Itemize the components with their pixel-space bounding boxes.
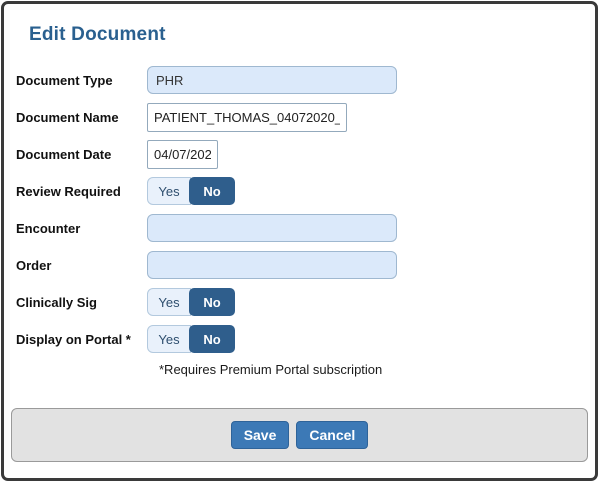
form-row-display-on-portal: Display on Portal * Yes No [16,325,595,353]
document-type-label: Document Type [16,72,113,88]
encounter-input[interactable] [147,214,397,242]
clinically-sig-toggle: Yes No [147,288,235,316]
clinically-sig-yes-option[interactable]: Yes [147,288,191,316]
document-date-label: Document Date [16,146,112,162]
form-row-encounter: Encounter [16,214,595,242]
edit-document-form: Document Type Document Name Document Dat… [16,66,595,377]
review-required-toggle: Yes No [147,177,235,205]
edit-document-dialog: Edit Document Document Type Document Nam… [1,1,598,481]
document-name-input[interactable] [147,102,347,132]
display-on-portal-toggle: Yes No [147,325,235,353]
encounter-label: Encounter [16,220,81,236]
review-required-no-option[interactable]: No [189,177,235,205]
dialog-title: Edit Document [29,24,166,45]
display-on-portal-yes-option[interactable]: Yes [147,325,191,353]
form-row-review-required: Review Required Yes No [16,177,595,205]
review-required-label: Review Required [16,183,121,199]
display-on-portal-no-option[interactable]: No [189,325,235,353]
display-on-portal-label: Display on Portal * [16,331,131,347]
form-row-order: Order [16,251,595,279]
form-row-document-name: Document Name [16,102,595,132]
portal-subscription-note: *Requires Premium Portal subscription [159,362,383,377]
save-button[interactable]: Save [230,421,290,449]
form-row-document-date: Document Date [16,139,595,169]
cancel-button[interactable]: Cancel [296,421,369,449]
review-required-yes-option[interactable]: Yes [147,177,191,205]
form-row-clinically-sig: Clinically Sig Yes No [16,288,595,316]
document-type-input[interactable] [147,66,397,94]
form-row-document-type: Document Type [16,66,595,94]
order-input[interactable] [147,251,397,279]
order-label: Order [16,257,52,273]
dialog-footer: Save Cancel [11,408,588,462]
clinically-sig-no-option[interactable]: No [189,288,235,316]
document-name-label: Document Name [16,109,119,125]
document-date-input[interactable] [147,139,218,169]
clinically-sig-label: Clinically Sig [16,294,97,310]
